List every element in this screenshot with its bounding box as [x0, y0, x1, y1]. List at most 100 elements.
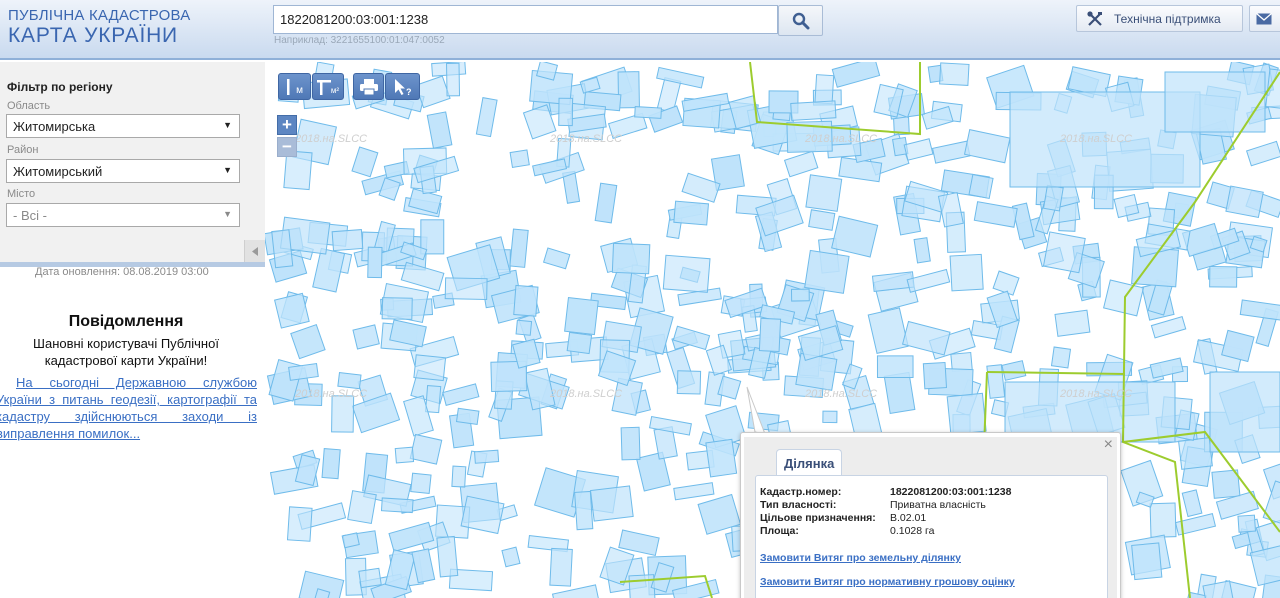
logo[interactable]: ПУБЛІЧНА КАДАСТРОВА КАРТА УКРАЇНИ [8, 8, 190, 46]
parcel [381, 297, 413, 320]
parcel [968, 173, 994, 200]
parcel [566, 331, 593, 355]
message-title: Повідомлення [68, 313, 184, 330]
parcel [1042, 184, 1064, 212]
parcel [513, 284, 539, 317]
svg-text:?: ? [406, 87, 412, 96]
city-select[interactable]: - Всі - ▼ [6, 203, 240, 227]
parcel [673, 200, 710, 226]
parcel [558, 97, 574, 127]
order-valuation-link[interactable]: Замовити Витяг про нормативну грошову оц… [760, 576, 1015, 588]
zoom-out-button[interactable]: − [277, 137, 297, 157]
support-button[interactable]: Технічна підтримка [1076, 5, 1243, 32]
chevron-down-icon: ▼ [223, 209, 232, 219]
parcel [564, 297, 599, 336]
parcel [986, 364, 1006, 399]
parcel [937, 191, 964, 228]
parcel [286, 506, 313, 542]
oblast-select[interactable]: Житомирська ▼ [6, 114, 240, 138]
parcel [822, 410, 838, 424]
parcel [634, 106, 662, 119]
area-ruler-icon [316, 79, 331, 95]
parcel [1181, 489, 1203, 518]
search-input[interactable] [273, 5, 778, 34]
logo-line1: ПУБЛІЧНА КАДАСТРОВА [8, 7, 191, 24]
parcel [394, 446, 415, 464]
parcel [931, 140, 971, 164]
zoom-in-button[interactable]: + [277, 115, 297, 135]
map-area[interactable]: 2018.на.SLCC 2018.на.SLCC 2018.на.SLCC 2018… [265, 62, 1280, 598]
parcel [783, 150, 819, 178]
parcel [1001, 360, 1027, 381]
close-icon[interactable]: × [1104, 436, 1113, 454]
parcel [542, 247, 571, 270]
parcel [620, 426, 641, 461]
parcel-popup: × Ділянка Кадастр.номер: 1822081200:03:00… [740, 432, 1121, 598]
measure-area-button[interactable]: м² [312, 73, 344, 100]
raion-select[interactable]: Житомирський ▼ [6, 159, 240, 183]
order-extract-link[interactable]: Замовити Витяг про земельну ділянку [760, 552, 961, 564]
parcel [271, 229, 294, 269]
message-link[interactable]: На сьогодні Державною службою України з … [0, 374, 257, 442]
parcel [409, 433, 443, 465]
parcel [1164, 71, 1266, 133]
parcel [1209, 265, 1238, 288]
parcel [425, 385, 442, 414]
search-button[interactable] [778, 5, 823, 36]
parcel [426, 111, 453, 149]
parcel [1245, 140, 1280, 167]
chevron-left-icon [252, 246, 258, 256]
tools-icon [1087, 10, 1102, 26]
parcel [594, 182, 618, 224]
watermark: 2018.на.SLCC [549, 388, 622, 400]
parcel [1103, 279, 1145, 317]
filter-title: Фільтр по регіону [7, 80, 113, 94]
parcel [1239, 299, 1280, 322]
mail-button[interactable] [1249, 5, 1280, 32]
parcel [1149, 502, 1177, 538]
oblast-value: Житомирська [13, 119, 96, 134]
parcel [444, 277, 488, 301]
chevron-down-icon: ▼ [223, 165, 232, 175]
parcel [1150, 315, 1187, 339]
parcel [312, 247, 346, 293]
parcel [876, 355, 914, 379]
parcel [475, 97, 498, 138]
parcel [758, 317, 782, 353]
parcel [805, 174, 843, 212]
parcel [867, 307, 909, 354]
print-button[interactable] [353, 73, 384, 100]
measure-length-button[interactable]: м [278, 73, 311, 100]
parcel [795, 352, 838, 391]
logo-line2: КАРТА УКРАЇНИ [8, 24, 178, 47]
ruler-icon [287, 78, 290, 95]
parcel [442, 383, 480, 406]
parcel [790, 288, 810, 302]
identify-button[interactable]: ? [385, 73, 420, 100]
measure-area-unit: м² [330, 86, 340, 95]
sidebar: Фільтр по регіону Область Житомирська ▼ Р… [0, 62, 265, 598]
parcel [367, 246, 383, 279]
info-key: Цільове призначення: [760, 512, 876, 524]
tab-parcel[interactable]: Ділянка [776, 449, 843, 477]
parcel [341, 532, 360, 549]
parcel [455, 407, 480, 425]
collapse-sidebar-button[interactable] [244, 240, 265, 262]
parcel [331, 395, 355, 433]
parcel [1237, 514, 1257, 533]
parcel [509, 149, 530, 168]
parcel [501, 546, 521, 568]
header: ПУБЛІЧНА КАДАСТРОВА КАРТА УКРАЇНИ Наприк… [0, 0, 1280, 60]
parcel [617, 71, 640, 109]
parcel [352, 324, 380, 350]
parcel [1050, 346, 1072, 369]
parcel [1178, 437, 1213, 470]
parcel [946, 392, 987, 436]
parcel [413, 354, 447, 382]
parcel [883, 371, 916, 414]
info-value: Приватна власність [890, 499, 986, 511]
parcel [831, 62, 881, 88]
raion-value: Житомирський [13, 164, 103, 179]
parcel [589, 485, 634, 522]
oblast-label: Область [7, 100, 51, 112]
